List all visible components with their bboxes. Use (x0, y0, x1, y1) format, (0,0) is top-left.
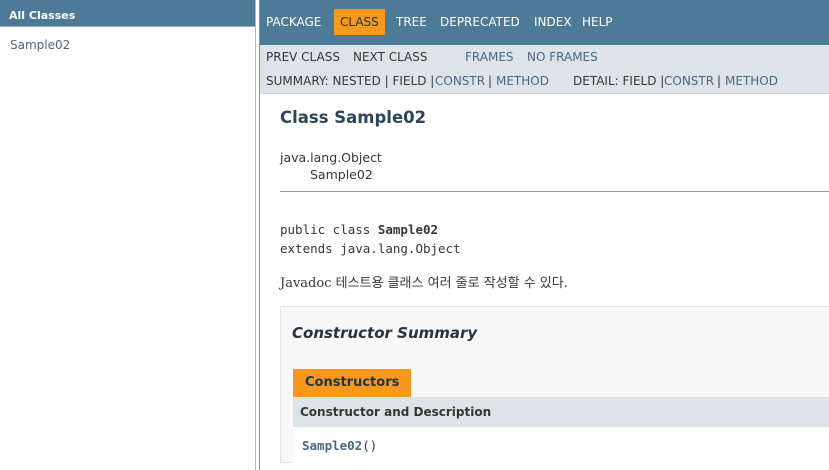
top-navbar: PACKAGE CLASS TREE DEPRECATED INDEX HELP (260, 0, 829, 45)
constructor-link-sample02[interactable]: Sample02 (302, 438, 362, 453)
page-title: Class Sample02 (280, 108, 427, 127)
summary-constr-link[interactable]: CONSTR (435, 74, 485, 88)
constructor-summary: Constructor Summary Constructors Constru… (280, 306, 829, 463)
class-link-sample02[interactable]: Sample02 (10, 38, 255, 52)
constructor-signature: Sample02() (302, 438, 377, 453)
nav-help[interactable]: HELP (582, 9, 613, 35)
summary-separator: | (488, 74, 493, 88)
prev-class-label: PREV CLASS (266, 50, 340, 64)
no-frames-link[interactable]: NO FRAMES (527, 50, 598, 64)
class-signature-line2: extends java.lang.Object (280, 241, 461, 256)
inheritance-child: Sample02 (310, 167, 373, 182)
nav-index[interactable]: INDEX (534, 9, 572, 35)
next-class-label: NEXT CLASS (353, 50, 428, 64)
column-header-label: Constructor and Description (300, 405, 492, 419)
detail-method-link[interactable]: METHOD (725, 74, 778, 88)
constructor-column-header: Constructor and Description (293, 397, 829, 427)
frames-link[interactable]: FRAMES (465, 50, 514, 64)
summary-label: SUMMARY: NESTED | FIELD | (266, 74, 435, 88)
detail-label: DETAIL: FIELD | (573, 74, 665, 88)
signature-class-name: Sample02 (377, 222, 439, 237)
class-frame: PACKAGE CLASS TREE DEPRECATED INDEX HELP… (260, 0, 829, 470)
all-classes-frame: All Classes Sample02 (0, 0, 255, 470)
divider (280, 191, 829, 192)
table-row: Sample02() (293, 427, 829, 463)
constructor-params: () (362, 438, 378, 453)
inheritance-parent: java.lang.Object (280, 150, 382, 165)
nav-package[interactable]: PACKAGE (266, 9, 321, 35)
sub-navbar: PREV CLASS NEXT CLASS FRAMES NO FRAMES S… (260, 45, 829, 94)
class-signature-line1: public class Sample02 (280, 222, 438, 237)
nav-class: CLASS (334, 9, 385, 35)
class-description: Javadoc 테스트용 클래스 여러 줄로 작성할 수 있다. (280, 276, 568, 291)
summary-method-link[interactable]: METHOD (496, 74, 549, 88)
nav-deprecated[interactable]: DEPRECATED (440, 9, 520, 35)
nav-tree[interactable]: TREE (396, 9, 427, 35)
detail-constr-link[interactable]: CONSTR (664, 74, 714, 88)
constructor-summary-title: Constructor Summary (292, 324, 478, 342)
all-classes-heading: All Classes (0, 0, 255, 27)
detail-separator: | (717, 74, 722, 88)
signature-prefix: public class (280, 222, 378, 237)
constructors-tab: Constructors (293, 369, 412, 397)
